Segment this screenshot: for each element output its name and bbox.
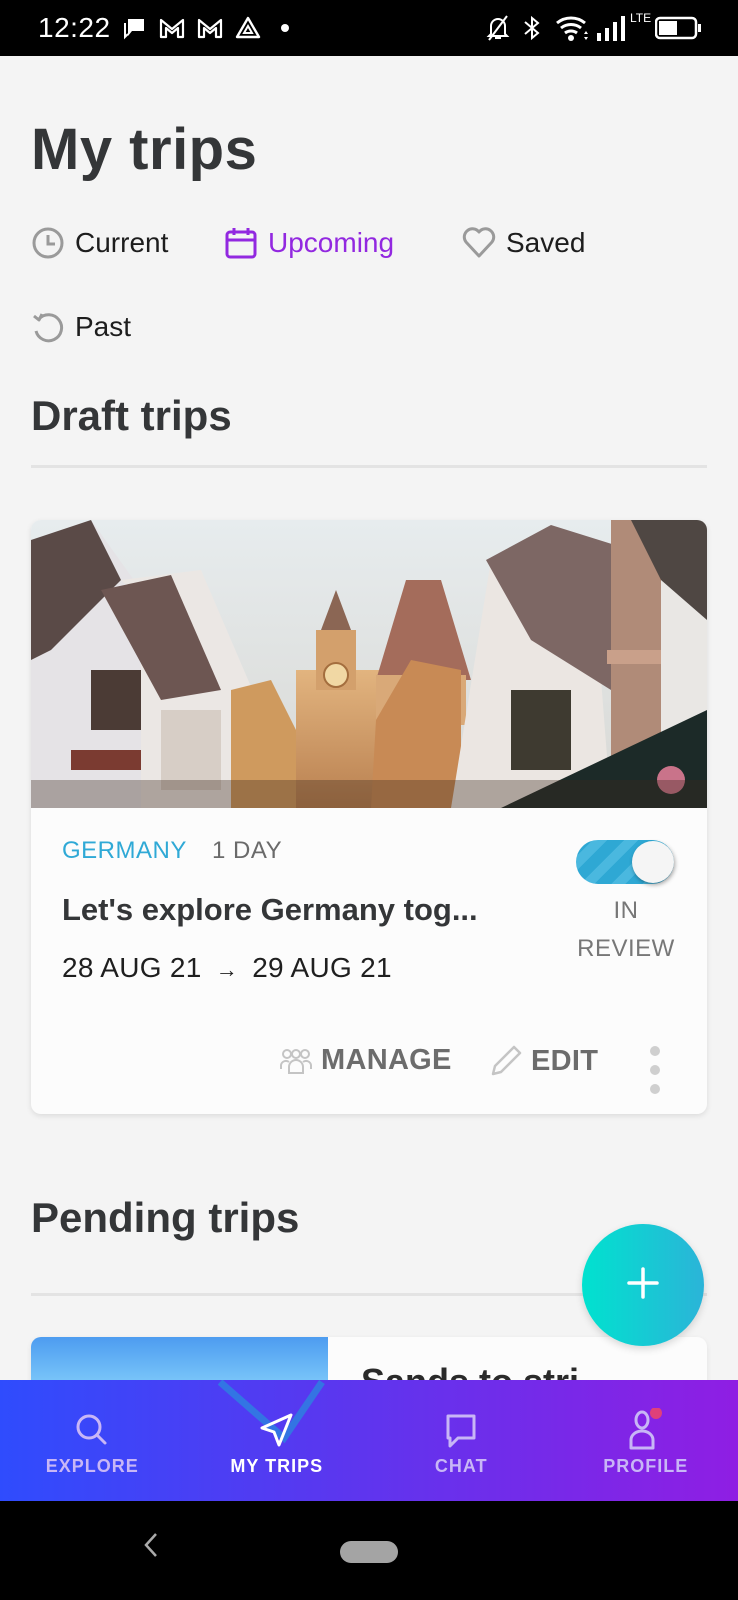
gmail-icon [158, 14, 186, 42]
chat-bubble-icon [444, 1410, 478, 1450]
filter-past-label: Past [75, 311, 132, 342]
manage-button[interactable]: MANAGE [279, 1044, 452, 1077]
date-arrow-icon: → [215, 957, 239, 982]
home-button[interactable] [340, 1541, 398, 1563]
pending-trip-image [31, 1337, 328, 1380]
more-options-button[interactable] [643, 1046, 667, 1094]
filter-saved-label: Saved [506, 227, 586, 258]
trip-end-date: 29 AUG 21 [252, 952, 392, 983]
trip-country: GERMANY [62, 837, 187, 864]
nav-profile-label: PROFILE [603, 1456, 689, 1476]
status-bar: 12:22 LTE [0, 0, 738, 56]
filter-upcoming[interactable]: Upcoming [224, 226, 394, 260]
toggle-knob [632, 841, 674, 883]
heart-icon [462, 226, 496, 260]
manage-label: MANAGE [321, 1044, 452, 1076]
plus-icon [626, 1266, 660, 1305]
trip-start-date: 28 AUG 21 [62, 952, 202, 983]
add-trip-button[interactable] [582, 1224, 704, 1346]
pending-trips-heading: Pending trips [31, 1194, 300, 1241]
nav-profile[interactable]: PROFILE [554, 1380, 738, 1501]
battery-icon [655, 14, 703, 42]
pencil-icon [489, 1044, 523, 1078]
edit-button[interactable]: EDIT [489, 1044, 598, 1078]
filter-upcoming-label: Upcoming [268, 227, 395, 258]
system-navigation-bar [0, 1501, 738, 1600]
wifi-icon [555, 14, 591, 42]
network-type: LTE [630, 11, 652, 25]
draft-trip-card[interactable]: GERMANY 1 DAY Let's explore Germany tog.… [31, 520, 707, 1114]
review-toggle[interactable] [576, 840, 674, 884]
trip-dates: 28 AUG 21 → 29 AUG 21 [62, 952, 392, 984]
signal-icon [596, 14, 626, 42]
filter-saved[interactable]: Saved [462, 226, 585, 260]
nav-explore-label: EXPLORE [45, 1456, 139, 1476]
pending-trip-title: Sands to stri [361, 1361, 579, 1380]
group-icon [279, 1047, 313, 1075]
more-dot [650, 1065, 660, 1075]
bottom-navigation: EXPLORE MY TRIPS CHAT PROFILE [0, 1380, 738, 1501]
profile-icon [626, 1408, 666, 1450]
divider [31, 465, 707, 468]
nav-chat[interactable]: CHAT [369, 1380, 554, 1501]
page-title: My trips [31, 117, 258, 182]
filter-current[interactable]: Current [31, 226, 168, 260]
bluetooth-icon [522, 14, 542, 42]
drive-icon [234, 14, 262, 42]
filter-current-label: Current [75, 227, 169, 258]
back-button[interactable] [136, 1527, 166, 1567]
history-icon [31, 310, 65, 344]
trip-duration: 1 DAY [212, 837, 283, 864]
review-status: IN REVIEW [551, 892, 701, 968]
chevron-left-icon [143, 1532, 159, 1563]
pending-trip-card[interactable]: Sands to stri [31, 1337, 707, 1380]
gmail-icon [196, 14, 224, 42]
more-dot [650, 1046, 660, 1056]
navigation-arrow-icon [259, 1410, 295, 1450]
filter-past[interactable]: Past [31, 310, 131, 344]
nav-chat-label: CHAT [434, 1456, 488, 1476]
nav-my-trips-label: MY TRIPS [230, 1456, 324, 1476]
draft-trips-heading: Draft trips [31, 392, 232, 439]
bell-off-icon [485, 14, 511, 42]
trip-title[interactable]: Let's explore Germany tog... [62, 892, 542, 928]
dot-icon [280, 14, 290, 42]
clock-icon [31, 226, 65, 260]
chat-notification-icon [122, 14, 148, 42]
calendar-icon [224, 226, 258, 260]
more-dot [650, 1084, 660, 1094]
edit-label: EDIT [531, 1044, 599, 1077]
app-screen: My trips Current Upcoming Saved Past Dra… [0, 56, 738, 1380]
trip-cover-image [31, 520, 707, 808]
status-time: 12:22 [38, 12, 111, 43]
review-status-line2: REVIEW [577, 935, 675, 962]
nav-explore[interactable]: EXPLORE [0, 1380, 185, 1501]
search-icon [75, 1410, 109, 1450]
nav-my-trips[interactable]: MY TRIPS [185, 1380, 370, 1501]
notification-badge [649, 1408, 662, 1419]
review-status-line1: IN [613, 897, 639, 924]
